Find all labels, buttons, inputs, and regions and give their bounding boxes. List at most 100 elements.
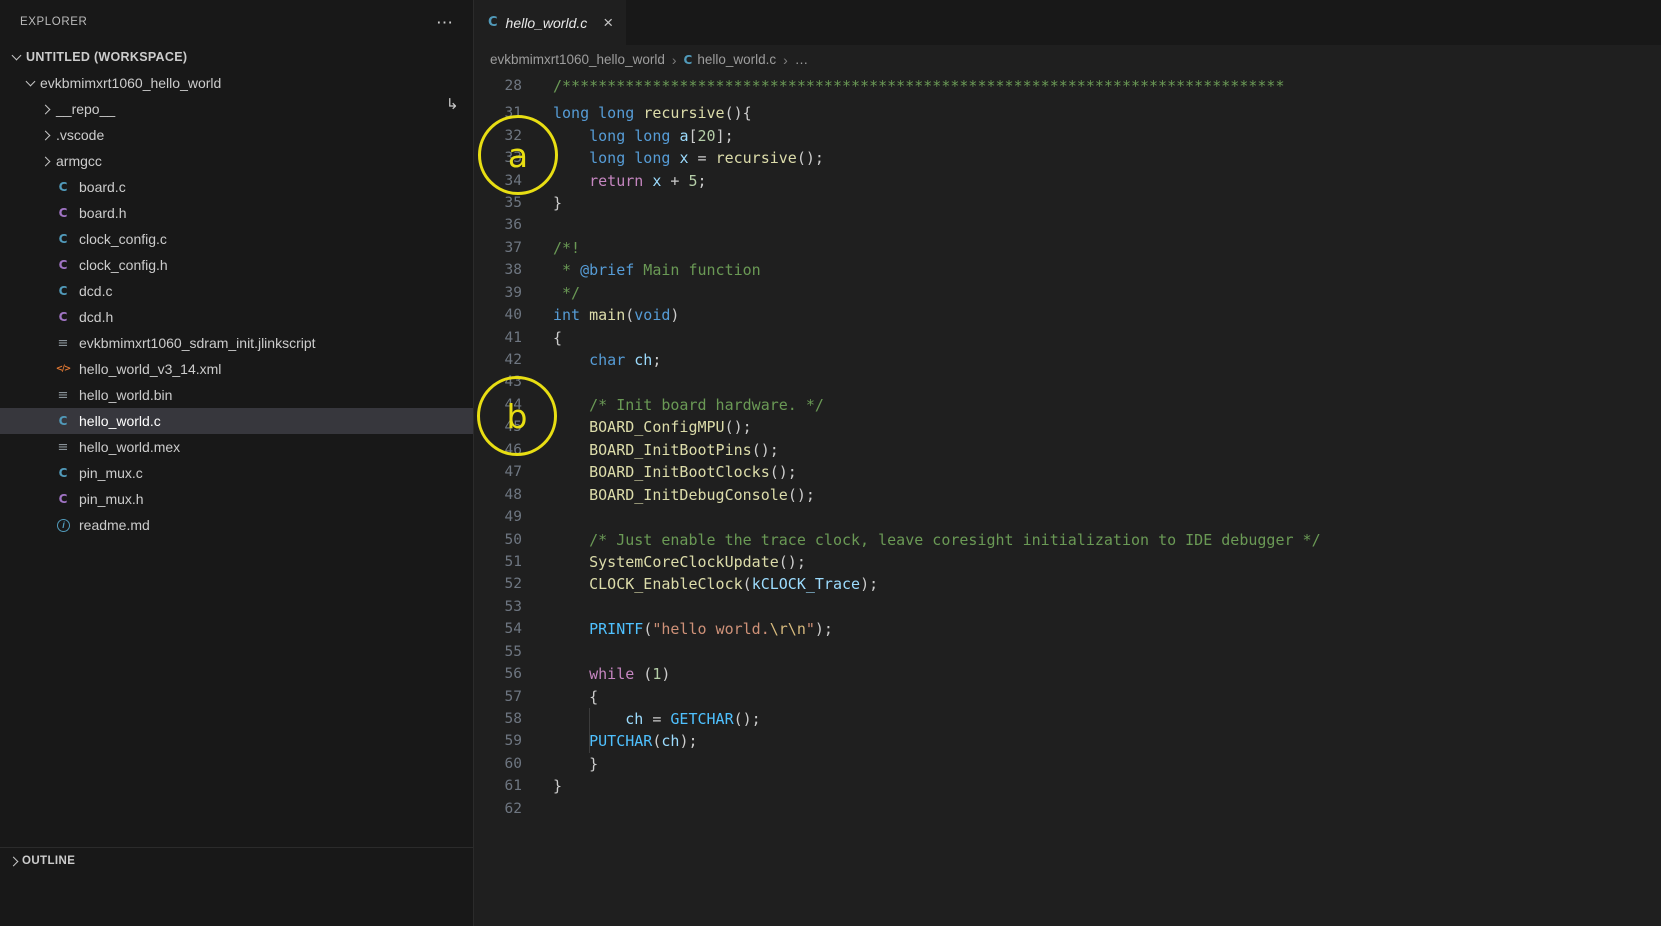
- code-text: int main(void): [522, 304, 679, 326]
- code-token: [553, 620, 589, 638]
- line-number[interactable]: 50: [475, 532, 522, 548]
- breadcrumb-segment[interactable]: Chello_world.c: [684, 52, 777, 67]
- tree-item-board-c[interactable]: Cboard.c: [0, 174, 473, 200]
- tab-label: hello_world.c: [506, 15, 588, 31]
- more-actions-icon[interactable]: ⋯: [436, 14, 453, 31]
- code-area: 28 /*************************************…: [475, 74, 1661, 820]
- line-number[interactable]: 48: [475, 487, 522, 503]
- tree-item-label: armgcc: [56, 153, 102, 169]
- line-number[interactable]: 54: [475, 621, 522, 637]
- code-token: long: [598, 104, 634, 122]
- line-number[interactable]: 59: [475, 733, 522, 749]
- line-number[interactable]: 40: [475, 307, 522, 323]
- c-file-icon: C: [54, 180, 72, 194]
- line-number[interactable]: 52: [475, 576, 522, 592]
- line-number[interactable]: 61: [475, 778, 522, 794]
- line-number[interactable]: 36: [475, 217, 522, 233]
- breadcrumb-segment-label: hello_world.c: [697, 52, 776, 67]
- tree-item-clock-config-h[interactable]: Cclock_config.h: [0, 252, 473, 278]
- tree-item-dcd-c[interactable]: Cdcd.c: [0, 278, 473, 304]
- line-number[interactable]: 46: [475, 442, 522, 458]
- tree-item-board-h[interactable]: Cboard.h: [0, 200, 473, 226]
- line-number[interactable]: 37: [475, 240, 522, 256]
- tree-item-label: board.c: [79, 179, 126, 195]
- tree-item-pin-mux-c[interactable]: Cpin_mux.c: [0, 460, 473, 486]
- line-number[interactable]: 57: [475, 689, 522, 705]
- code-token: }: [553, 755, 598, 773]
- tree-item-label: dcd.c: [79, 283, 112, 299]
- tree-item-clock-config-c[interactable]: Cclock_config.c: [0, 226, 473, 252]
- tree-item-dcd-h[interactable]: Cdcd.h: [0, 304, 473, 330]
- line-number[interactable]: 35: [475, 195, 522, 211]
- line-number[interactable]: 60: [475, 756, 522, 772]
- line-number[interactable]: 33: [475, 150, 522, 166]
- tree-item-label: hello_world.c: [79, 413, 161, 429]
- code-line: 55: [475, 641, 1661, 663]
- tree-item-label: evkbmimxrt1060_sdram_init.jlinkscript: [79, 335, 316, 351]
- breadcrumb: evkbmimxrt1060_hello_world›Chello_world.…: [475, 45, 1661, 74]
- code-token: }: [553, 777, 562, 795]
- close-icon[interactable]: ×: [603, 14, 613, 31]
- code-token: [625, 351, 634, 369]
- code-token: (: [743, 575, 752, 593]
- line-number[interactable]: 34: [475, 173, 522, 189]
- line-number[interactable]: 49: [475, 509, 522, 525]
- line-number[interactable]: 28: [475, 78, 522, 94]
- line-number[interactable]: 51: [475, 554, 522, 570]
- tree-item-hello-world-v3-14-xml[interactable]: </>hello_world_v3_14.xml: [0, 356, 473, 382]
- chevron-down-icon: [22, 81, 38, 85]
- code-token: [580, 306, 589, 324]
- code-token: while: [589, 665, 634, 683]
- tree-item-repo[interactable]: __repo__: [0, 96, 473, 122]
- line-number[interactable]: 45: [475, 419, 522, 435]
- code-line: 54 PRINTF("hello world.\r\n");: [475, 618, 1661, 640]
- line-number[interactable]: 31: [475, 105, 522, 121]
- line-number[interactable]: 39: [475, 285, 522, 301]
- tree-item-armgcc[interactable]: armgcc: [0, 148, 473, 174]
- line-number[interactable]: 32: [475, 128, 522, 144]
- code-line: 50 /* Just enable the trace clock, leave…: [475, 528, 1661, 550]
- code-line: 35}: [475, 192, 1661, 214]
- tree-item-label: .vscode: [56, 127, 104, 143]
- line-number[interactable]: 38: [475, 262, 522, 278]
- code-token: /***************************************…: [553, 77, 1285, 95]
- code-line: 42 char ch;: [475, 349, 1661, 371]
- tree-item-hello-world-mex[interactable]: ≡hello_world.mex: [0, 434, 473, 460]
- line-number[interactable]: 47: [475, 464, 522, 480]
- h-file-icon: C: [54, 492, 72, 506]
- line-number[interactable]: 44: [475, 397, 522, 413]
- line-number[interactable]: 62: [475, 801, 522, 817]
- tree-item-evkbmimxrt1060-hello-world[interactable]: evkbmimxrt1060_hello_world: [0, 70, 473, 96]
- line-number[interactable]: 43: [475, 374, 522, 390]
- breadcrumb-segment[interactable]: evkbmimxrt1060_hello_world: [490, 52, 665, 67]
- line-number[interactable]: 53: [475, 599, 522, 615]
- outline-section-header[interactable]: OUTLINE: [0, 847, 473, 874]
- code-token: 1: [652, 665, 661, 683]
- code-token: kCLOCK_Trace: [752, 575, 860, 593]
- workspace-root-item[interactable]: UNTITLED (WORKSPACE): [0, 44, 473, 70]
- line-number[interactable]: 42: [475, 352, 522, 368]
- breadcrumb-segment[interactable]: …: [795, 52, 809, 67]
- code-text: }: [522, 775, 562, 797]
- tree-item-vscode[interactable]: .vscode: [0, 122, 473, 148]
- code-token: {: [553, 688, 598, 706]
- line-number[interactable]: 41: [475, 330, 522, 346]
- code-line: 51 SystemCoreClockUpdate();: [475, 551, 1661, 573]
- tree-item-evkbmimxrt1060-sdram-init-jlinkscript[interactable]: ≡ evkbmimxrt1060_sdram_init.jlinkscript: [0, 330, 473, 356]
- code-token: [553, 531, 589, 549]
- tree-item-pin-mux-h[interactable]: Cpin_mux.h: [0, 486, 473, 512]
- code-text: long long x = recursive();: [522, 147, 824, 169]
- tree-item-readme-md[interactable]: ireadme.md: [0, 512, 473, 538]
- line-number[interactable]: 56: [475, 666, 522, 682]
- tree-item-hello-world-bin[interactable]: ≡hello_world.bin: [0, 382, 473, 408]
- code-text: PUTCHAR(ch);: [522, 730, 698, 752]
- tree-item-label: pin_mux.c: [79, 465, 143, 481]
- code-line: 37/*!: [475, 237, 1661, 259]
- file-icon: ≡: [54, 336, 72, 351]
- tree-item-hello-world-c[interactable]: Chello_world.c: [0, 408, 473, 434]
- tab-hello-world-c[interactable]: C hello_world.c ×: [475, 0, 626, 45]
- tree-item-label: hello_world.mex: [79, 439, 180, 455]
- line-number[interactable]: 58: [475, 711, 522, 727]
- line-number[interactable]: 55: [475, 644, 522, 660]
- code-token: long: [553, 104, 589, 122]
